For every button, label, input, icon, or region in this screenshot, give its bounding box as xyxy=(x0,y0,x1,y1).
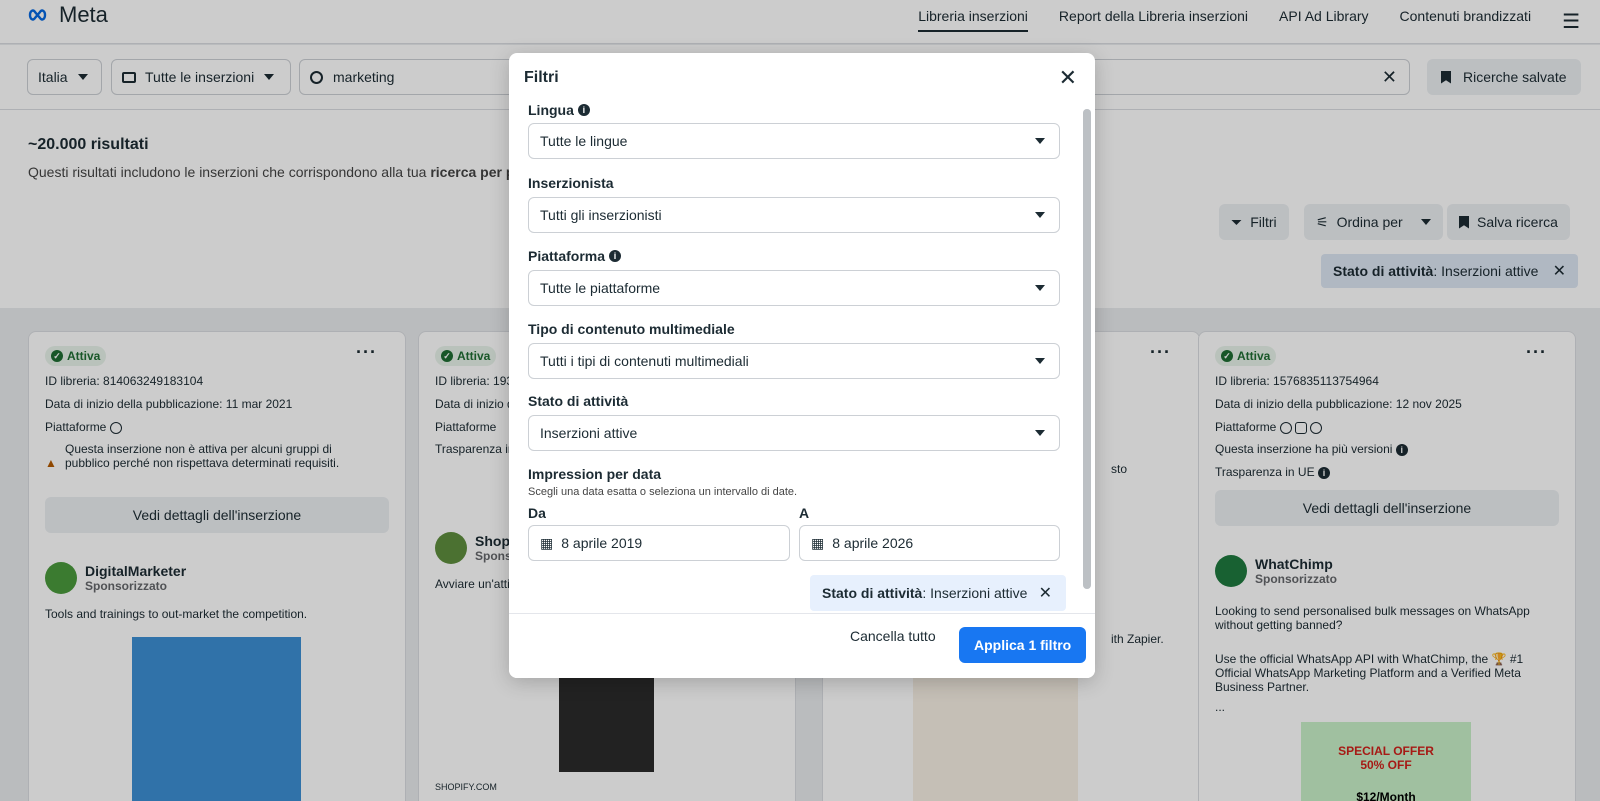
language-select[interactable]: Tutte le lingue xyxy=(528,123,1060,159)
impressions-label: Impression per data xyxy=(528,466,662,482)
media-type-value: Tutti i tipi di contenuti multimediali xyxy=(540,353,749,369)
chip-label: Stato di attività xyxy=(822,585,923,601)
chevron-down-icon xyxy=(1035,358,1045,364)
chevron-down-icon xyxy=(1035,430,1045,436)
close-icon[interactable]: ✕ xyxy=(1059,67,1077,89)
remove-filter-icon[interactable]: ✕ xyxy=(1039,583,1052,603)
filters-dialog: Filtri ✕ Lingua i Tutte le lingue Inserzi… xyxy=(509,53,1095,678)
dialog-scrollbar[interactable] xyxy=(1083,109,1091,589)
info-icon[interactable]: i xyxy=(577,104,590,116)
to-date-value: 8 aprile 2026 xyxy=(832,535,914,551)
dialog-body: Lingua i Tutte le lingue Inserzionista Tu… xyxy=(509,93,1095,613)
language-label-row: Lingua i xyxy=(528,102,590,118)
language-label: Lingua xyxy=(528,102,574,118)
chevron-down-icon xyxy=(1035,285,1045,291)
media-type-select[interactable]: Tutti i tipi di contenuti multimediali xyxy=(528,343,1060,379)
info-icon[interactable]: i xyxy=(609,250,622,262)
activity-status-select[interactable]: Inserzioni attive xyxy=(528,415,1060,451)
calendar-icon: ▦ xyxy=(811,534,825,551)
media-type-label: Tipo di contenuto multimediale xyxy=(528,321,735,337)
impressions-hint: Scegli una data esatta o seleziona un in… xyxy=(528,486,798,498)
to-date-label: A xyxy=(799,505,810,521)
applied-filter-chip: Stato di attività: Inserzioni attive ✕ xyxy=(810,575,1066,611)
chevron-down-icon xyxy=(1035,138,1045,144)
from-date-value: 8 aprile 2019 xyxy=(561,535,643,551)
dialog-title: Filtri xyxy=(524,69,559,86)
chip-value: : Inserzioni attive xyxy=(922,585,1028,601)
platform-label-row: Piattaforma i xyxy=(528,248,622,264)
advertiser-value: Tutti gli inserzionisti xyxy=(540,207,662,223)
activity-status-value: Inserzioni attive xyxy=(540,425,638,441)
platform-label: Piattaforma xyxy=(528,248,606,264)
apply-filter-button[interactable]: Applica 1 filtro xyxy=(959,627,1087,663)
to-date-input[interactable]: ▦ 8 aprile 2026 xyxy=(799,525,1060,561)
activity-status-label: Stato di attività xyxy=(528,393,629,409)
scrollbar-thumb[interactable] xyxy=(1083,109,1091,589)
advertiser-label: Inserzionista xyxy=(528,175,614,191)
calendar-icon: ▦ xyxy=(540,534,554,551)
advertiser-select[interactable]: Tutti gli inserzionisti xyxy=(528,197,1060,233)
clear-all-button[interactable]: Cancella tutto xyxy=(850,628,936,644)
platform-select[interactable]: Tutte le piattaforme xyxy=(528,270,1060,306)
platform-value: Tutte le piattaforme xyxy=(540,280,661,296)
from-date-label: Da xyxy=(528,505,546,521)
language-value: Tutte le lingue xyxy=(540,133,628,149)
chevron-down-icon xyxy=(1035,212,1045,218)
from-date-input[interactable]: ▦ 8 aprile 2019 xyxy=(528,525,790,561)
